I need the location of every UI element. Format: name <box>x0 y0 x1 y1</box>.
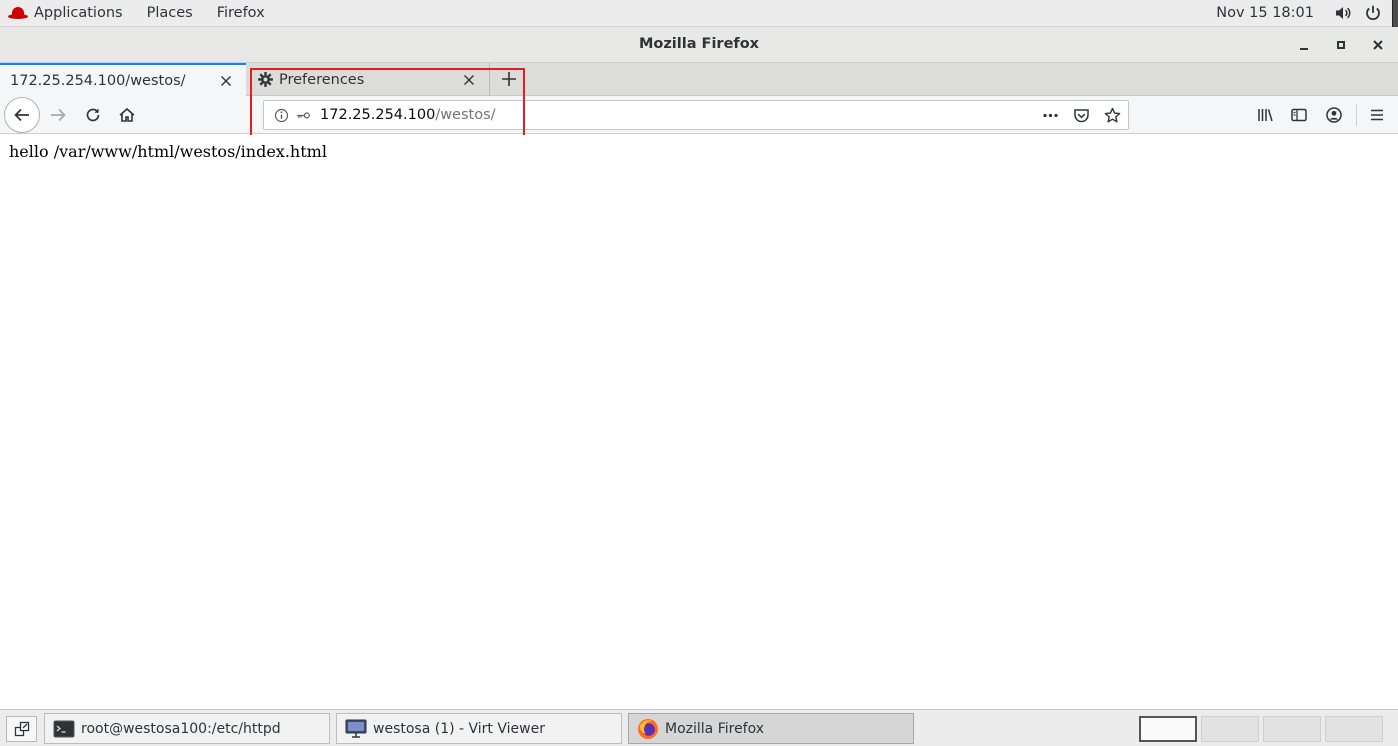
virt-viewer-icon <box>345 719 367 739</box>
taskbar-item-firefox[interactable]: Mozilla Firefox <box>628 713 914 744</box>
close-window-button[interactable] <box>1360 27 1396 62</box>
workspace-1[interactable] <box>1139 716 1197 742</box>
reload-icon <box>86 108 100 122</box>
applications-menu[interactable]: Applications <box>0 0 135 27</box>
hamburger-menu-icon <box>1371 109 1383 121</box>
key-icon[interactable] <box>292 101 314 129</box>
forward-button[interactable] <box>42 99 74 131</box>
pocket-icon[interactable] <box>1066 101 1097 129</box>
show-desktop-icon <box>14 721 29 737</box>
home-icon <box>119 107 135 122</box>
tab-preferences[interactable]: Preferences <box>247 63 490 96</box>
page-body-text: hello /var/www/html/westos/index.html <box>9 142 327 161</box>
firefox-icon <box>637 718 659 739</box>
url-text[interactable]: 172.25.254.100/westos/ <box>320 107 496 123</box>
firefox-app-menu[interactable]: Firefox <box>205 0 277 27</box>
window-titlebar[interactable]: Mozilla Firefox <box>0 27 1398 63</box>
url-bar[interactable]: 172.25.254.100/westos/ <box>263 100 1129 130</box>
new-tab-button[interactable] <box>495 65 523 93</box>
window-title: Mozilla Firefox <box>638 36 760 52</box>
account-button[interactable] <box>1318 99 1350 131</box>
terminal-icon <box>53 719 75 739</box>
reload-button[interactable] <box>77 99 109 131</box>
close-tab-icon[interactable] <box>455 66 483 94</box>
page-actions-menu-icon[interactable] <box>1035 101 1066 129</box>
library-button[interactable] <box>1249 99 1281 131</box>
applications-label: Applications <box>34 5 123 21</box>
redhat-logo-icon <box>8 6 28 20</box>
account-icon <box>1326 107 1342 123</box>
maximize-button[interactable] <box>1323 27 1359 62</box>
taskbar-item-label: Mozilla Firefox <box>665 720 765 737</box>
plus-icon <box>502 72 516 86</box>
back-button[interactable] <box>4 97 40 133</box>
tab-westos[interactable]: 172.25.254.100/westos/ <box>0 63 246 96</box>
library-icon <box>1258 109 1273 122</box>
url-path: /westos/ <box>435 107 496 123</box>
taskbar-item-terminal[interactable]: root@westosa100:/etc/httpd <box>44 713 330 744</box>
power-icon[interactable] <box>1362 3 1384 23</box>
bookmark-star-icon[interactable] <box>1097 101 1128 129</box>
workspace-2[interactable] <box>1201 716 1259 742</box>
screen-edge <box>1392 0 1398 27</box>
bottom-taskbar: root@westosa100:/etc/httpd westosa (1) -… <box>0 709 1398 746</box>
toolbar-separator <box>1356 104 1357 126</box>
show-desktop-button[interactable] <box>6 716 37 742</box>
sidebar-button[interactable] <box>1283 99 1315 131</box>
taskbar-item-label: root@westosa100:/etc/httpd <box>81 720 281 737</box>
places-menu[interactable]: Places <box>135 0 205 27</box>
forward-arrow-icon <box>51 108 66 122</box>
tab-strip: 172.25.254.100/westos/ Preferences <box>0 63 1398 96</box>
home-button[interactable] <box>111 99 143 131</box>
url-host: 172.25.254.100 <box>320 107 436 123</box>
taskbar-item-label: westosa (1) - Virt Viewer <box>373 720 545 737</box>
close-tab-icon[interactable] <box>212 67 240 95</box>
gnome-top-bar: Applications Places Firefox Nov 15 18:01 <box>0 0 1398 27</box>
clock[interactable]: Nov 15 18:01 <box>1216 5 1314 21</box>
workspace-3[interactable] <box>1263 716 1321 742</box>
workspace-4[interactable] <box>1325 716 1383 742</box>
taskbar-item-virt-viewer[interactable]: westosa (1) - Virt Viewer <box>336 713 622 744</box>
tab-title: Preferences <box>279 71 365 88</box>
hamburger-menu-button[interactable] <box>1361 99 1393 131</box>
minimize-button[interactable] <box>1286 27 1322 62</box>
navigation-toolbar: 172.25.254.100/westos/ <box>0 96 1398 134</box>
tab-title: 172.25.254.100/westos/ <box>10 72 186 89</box>
sidebar-icon <box>1291 108 1307 122</box>
volume-icon[interactable] <box>1332 3 1354 23</box>
gear-icon <box>255 70 275 90</box>
info-icon[interactable] <box>270 101 292 129</box>
page-content: hello /var/www/html/westos/index.html <box>0 135 1398 709</box>
back-arrow-icon <box>14 108 29 122</box>
